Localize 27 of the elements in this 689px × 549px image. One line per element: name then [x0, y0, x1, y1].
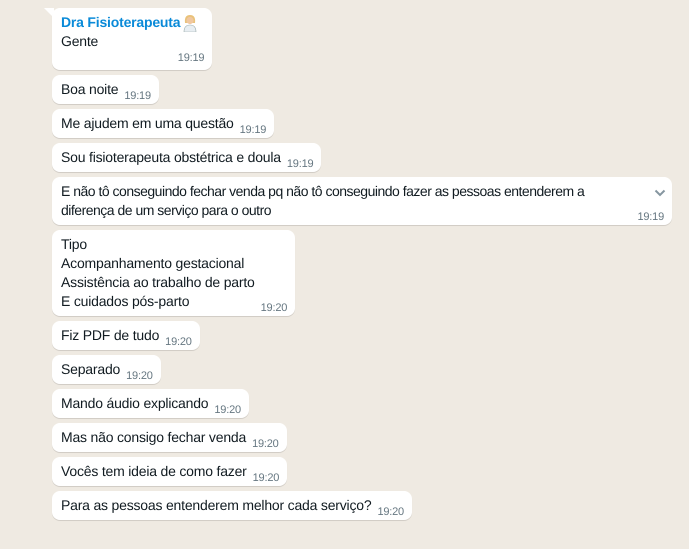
message-text: Tipo Acompanhamento gestacional Assistência ao trabalho de parto E cuidados pós-parto	[61, 235, 255, 311]
message-text: Mas não consigo fechar venda	[61, 428, 246, 447]
message-time: 19:19	[178, 51, 204, 65]
message-text: Boa noite	[61, 80, 118, 99]
message-text: Sou fisioterapeuta obstétrica e doula	[61, 148, 281, 167]
message-text: Separado	[61, 360, 120, 379]
message-text: Vocês tem ideia de como fazer	[61, 462, 247, 481]
message-time: 19:19	[124, 89, 151, 103]
message-text: Fiz PDF de tudo	[61, 326, 160, 345]
message-time: 19:20	[126, 369, 153, 383]
message-time: 19:19	[240, 123, 266, 137]
message-time: 19:19	[286, 157, 314, 171]
message-time: 19:19	[637, 210, 664, 224]
message-text: Me ajudem em uma questão	[61, 114, 234, 133]
message-time: 19:20	[377, 505, 404, 519]
message-time: 19:20	[252, 437, 279, 451]
message-time: 19:20	[252, 471, 280, 485]
message-text: Gente	[61, 32, 100, 51]
person-icon	[182, 14, 198, 32]
message-time: 19:20	[260, 301, 288, 315]
chevron-down-icon[interactable]	[654, 189, 666, 197]
message-time: 19:20	[165, 335, 192, 349]
message-text: E não tô conseguindo fechar venda pq não tô conseguindo fazer as pessoas entenderem a diferença de um serviço para o outro	[61, 182, 586, 220]
sender-name[interactable]: Dra Fisioterapeuta	[61, 13, 180, 32]
message-text: Para as pessoas entenderem melhor cada serviço?	[61, 496, 372, 515]
message-text: Mando áudio explicando	[61, 394, 208, 413]
message-time: 19:20	[214, 403, 241, 417]
